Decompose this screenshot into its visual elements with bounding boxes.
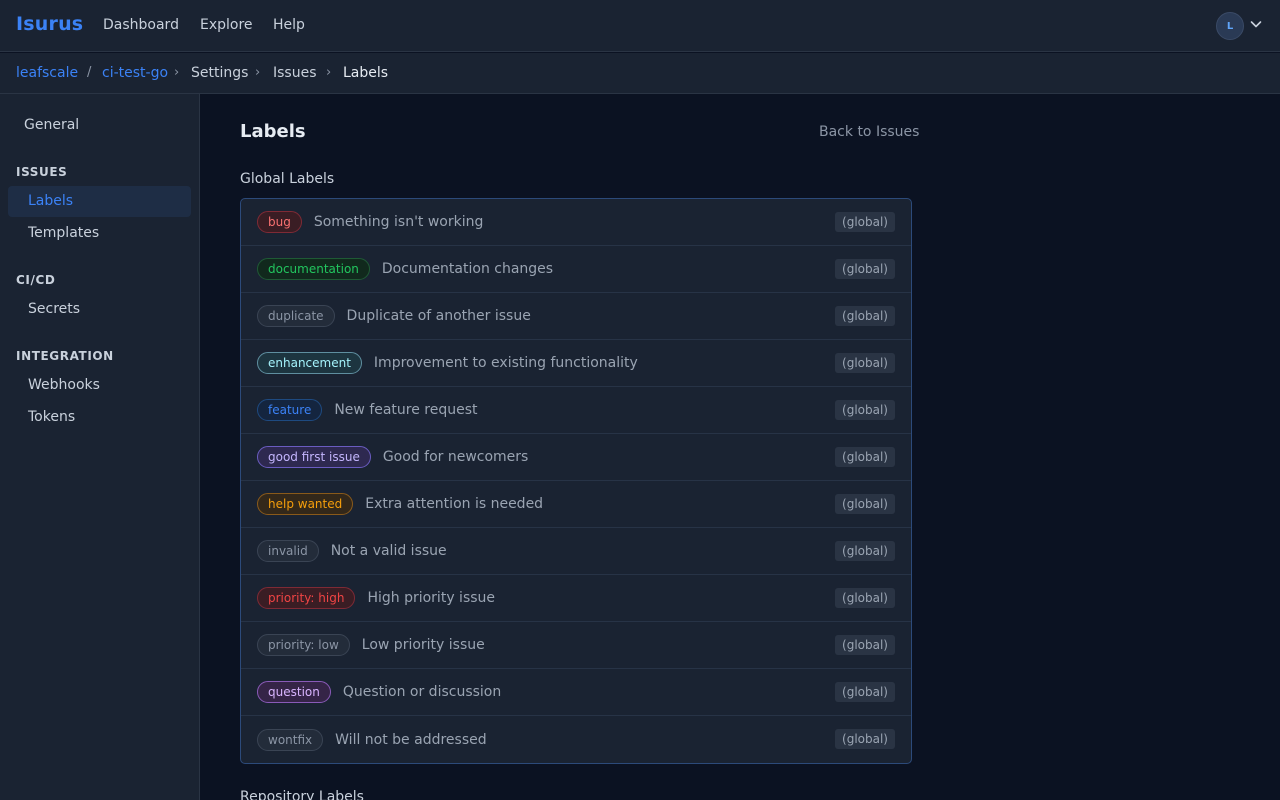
sidebar-heading-issues: ISSUES bbox=[16, 165, 68, 179]
sidebar-item-secrets[interactable]: Secrets bbox=[8, 294, 191, 325]
label-pill[interactable]: documentation bbox=[257, 258, 370, 280]
user-avatar[interactable]: L bbox=[1216, 12, 1244, 40]
scope-badge: (global) bbox=[835, 541, 895, 561]
breadcrumb-current: Labels bbox=[343, 65, 389, 81]
breadcrumb: leafscale / ci-test-go › Settings › Issu… bbox=[0, 53, 1280, 94]
label-row[interactable]: wontfix Will not be addressed (global) bbox=[241, 716, 911, 763]
global-labels-heading: Global Labels bbox=[240, 171, 335, 187]
breadcrumb-separator: › bbox=[255, 65, 261, 80]
scope-badge: (global) bbox=[835, 259, 895, 279]
sidebar-item-webhooks[interactable]: Webhooks bbox=[8, 370, 191, 401]
top-nav-bar: Isurus Dashboard Explore Help L bbox=[0, 0, 1280, 52]
label-pill[interactable]: help wanted bbox=[257, 493, 354, 515]
label-pill[interactable]: question bbox=[257, 681, 331, 703]
sidebar-heading-integration: INTEGRATION bbox=[16, 349, 114, 363]
label-description: Low priority issue bbox=[361, 637, 485, 653]
settings-sidebar: General ISSUES Labels Templates CI/CD Se… bbox=[0, 94, 200, 800]
label-row[interactable]: priority: low Low priority issue (global) bbox=[241, 622, 911, 669]
sidebar-item-templates[interactable]: Templates bbox=[8, 218, 191, 249]
label-pill[interactable]: feature bbox=[257, 399, 323, 421]
label-description: Documentation changes bbox=[381, 261, 554, 277]
breadcrumb-settings[interactable]: Settings bbox=[191, 65, 248, 81]
breadcrumb-issues[interactable]: Issues bbox=[273, 65, 317, 81]
label-row[interactable]: duplicate Duplicate of another issue (glob… bbox=[241, 293, 911, 340]
scope-badge: (global) bbox=[835, 447, 895, 467]
label-row[interactable]: question Question or discussion (global) bbox=[241, 669, 911, 716]
label-row[interactable]: good first issue Good for newcomers (globa… bbox=[241, 434, 911, 481]
chevron-down-icon[interactable] bbox=[1249, 17, 1263, 31]
breadcrumb-separator: / bbox=[87, 65, 92, 80]
label-row[interactable]: bug Something isn't working (global) bbox=[241, 199, 911, 246]
scope-badge: (global) bbox=[835, 494, 895, 514]
scope-badge: (global) bbox=[835, 682, 895, 702]
label-description: Good for newcomers bbox=[382, 449, 529, 465]
label-description: High priority issue bbox=[367, 590, 496, 606]
breadcrumb-repo[interactable]: ci-test-go bbox=[102, 65, 168, 81]
label-description: Question or discussion bbox=[342, 684, 502, 700]
label-row[interactable]: enhancement Improvement to existing funct… bbox=[241, 340, 911, 387]
brand-logo[interactable]: Isurus bbox=[16, 13, 83, 35]
back-to-issues-link[interactable]: Back to Issues bbox=[819, 124, 919, 140]
label-description: Extra attention is needed bbox=[365, 496, 544, 512]
label-pill[interactable]: invalid bbox=[257, 540, 319, 562]
repository-labels-heading: Repository Labels bbox=[240, 789, 364, 800]
scope-badge: (global) bbox=[835, 729, 895, 749]
label-row[interactable]: invalid Not a valid issue (global) bbox=[241, 528, 911, 575]
label-description: Duplicate of another issue bbox=[346, 308, 531, 324]
label-pill[interactable]: duplicate bbox=[257, 305, 335, 327]
page-title: Labels bbox=[240, 121, 306, 142]
label-pill[interactable]: priority: high bbox=[257, 587, 356, 609]
scope-badge: (global) bbox=[835, 588, 895, 608]
scope-badge: (global) bbox=[835, 635, 895, 655]
sidebar-item-general[interactable]: General bbox=[8, 110, 191, 141]
label-description: Not a valid issue bbox=[330, 543, 447, 559]
label-description: New feature request bbox=[334, 402, 478, 418]
label-row[interactable]: documentation Documentation changes (globa… bbox=[241, 246, 911, 293]
scope-badge: (global) bbox=[835, 400, 895, 420]
scope-badge: (global) bbox=[835, 353, 895, 373]
breadcrumb-separator: › bbox=[326, 65, 332, 80]
sidebar-heading-cicd: CI/CD bbox=[16, 273, 56, 287]
breadcrumb-owner[interactable]: leafscale bbox=[16, 65, 78, 81]
label-row[interactable]: feature New feature request (global) bbox=[241, 387, 911, 434]
label-description: Improvement to existing functionality bbox=[373, 355, 638, 371]
nav-help[interactable]: Help bbox=[273, 17, 305, 33]
nav-dashboard[interactable]: Dashboard bbox=[103, 17, 179, 33]
label-pill[interactable]: priority: low bbox=[257, 634, 350, 656]
label-pill[interactable]: good first issue bbox=[257, 446, 371, 468]
label-pill[interactable]: wontfix bbox=[257, 728, 324, 751]
label-row[interactable]: help wanted Extra attention is needed (glo… bbox=[241, 481, 911, 528]
nav-explore[interactable]: Explore bbox=[200, 17, 253, 33]
label-description: Will not be addressed bbox=[335, 731, 487, 748]
label-pill[interactable]: bug bbox=[257, 211, 302, 233]
breadcrumb-separator: › bbox=[174, 65, 180, 80]
label-row[interactable]: priority: high High priority issue (global… bbox=[241, 575, 911, 622]
label-pill[interactable]: enhancement bbox=[257, 352, 362, 374]
scope-badge: (global) bbox=[835, 306, 895, 326]
sidebar-item-labels[interactable]: Labels bbox=[8, 186, 191, 217]
label-description: Something isn't working bbox=[313, 214, 484, 230]
global-labels-list: bug Something isn't working (global) docume… bbox=[240, 198, 912, 764]
sidebar-item-tokens[interactable]: Tokens bbox=[8, 402, 191, 433]
scope-badge: (global) bbox=[835, 212, 895, 232]
